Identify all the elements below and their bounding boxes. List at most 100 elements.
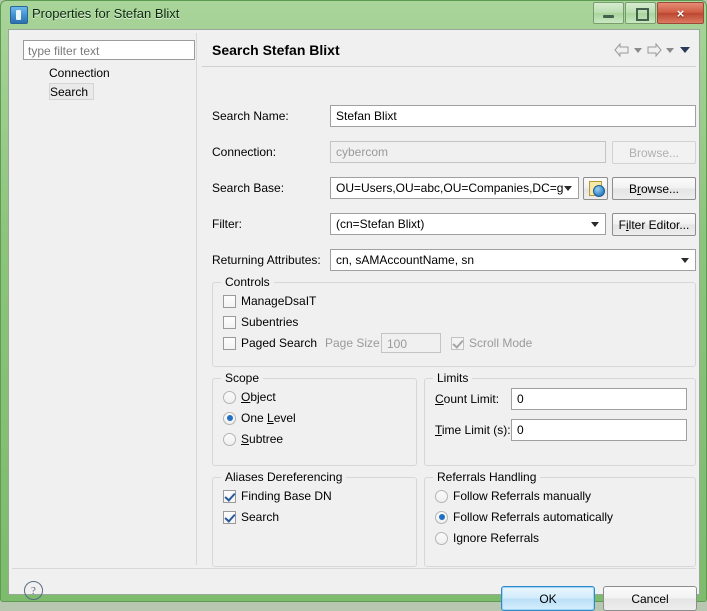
scope-one-level-label: One Level bbox=[241, 411, 296, 425]
referrals-ignore-radio-dot bbox=[435, 531, 448, 545]
connection-label: Connection: bbox=[212, 145, 277, 159]
referrals-automatic-label: Follow Referrals automatically bbox=[453, 510, 614, 524]
limits-group-title: Limits bbox=[433, 371, 473, 385]
referrals-handling-group: Referrals Handling Follow Referrals manu… bbox=[424, 470, 696, 567]
scope-subtree-radio-dot bbox=[223, 432, 236, 446]
finding-base-dn-checkbox-box bbox=[223, 489, 236, 503]
scope-radio-one-level[interactable]: One Level bbox=[223, 411, 296, 425]
filter-label: Filter: bbox=[212, 217, 242, 231]
scope-group: Scope Object One Level Subtree bbox=[212, 371, 417, 466]
restore-icon bbox=[636, 8, 649, 21]
back-history-chevron-down-icon[interactable] bbox=[634, 47, 642, 53]
maximize-button[interactable] bbox=[625, 2, 656, 24]
referrals-radio-manual[interactable]: Follow Referrals manually bbox=[435, 489, 591, 503]
scope-object-label: Object bbox=[241, 390, 276, 404]
search-base-value: OU=Users,OU=abc,OU=Companies,DC=ɡ bbox=[330, 177, 579, 199]
referrals-radio-ignore[interactable]: Ignore Referrals bbox=[435, 531, 539, 545]
referrals-group-title: Referrals Handling bbox=[433, 470, 541, 484]
search-name-label: Search Name: bbox=[212, 109, 289, 123]
back-arrow-icon[interactable] bbox=[614, 43, 630, 57]
cancel-button[interactable]: Cancel bbox=[603, 586, 697, 611]
row-connection: Connection: cybercom Browse... bbox=[202, 141, 696, 165]
managedsait-checkbox-box bbox=[223, 294, 236, 308]
title-bar[interactable]: Properties for Stefan Blixt × bbox=[1, 1, 707, 29]
filter-value: (cn=Stefan Blixt) bbox=[330, 213, 606, 235]
close-button[interactable]: × bbox=[657, 2, 704, 24]
search-base-browse-label: Browse... bbox=[628, 181, 680, 196]
search-base-picker-button[interactable] bbox=[583, 177, 608, 200]
scope-one-level-radio-dot bbox=[223, 411, 236, 425]
filter-editor-label: Filter Editor... bbox=[618, 217, 690, 232]
app-icon bbox=[10, 6, 28, 24]
aliases-search-checkbox[interactable]: Search bbox=[223, 510, 279, 524]
aliases-search-checkbox-box bbox=[223, 510, 236, 524]
scope-radio-subtree[interactable]: Subtree bbox=[223, 432, 283, 446]
scope-subtree-label: Subtree bbox=[241, 432, 284, 446]
title-separator bbox=[202, 66, 696, 67]
scroll-mode-checkbox: Scroll Mode bbox=[451, 336, 532, 350]
view-menu-triangle-icon[interactable] bbox=[680, 47, 690, 53]
search-base-label: Search Base: bbox=[212, 181, 285, 195]
sidebar-item-connection[interactable]: Connection bbox=[23, 64, 195, 83]
paged-search-label: Paged Search bbox=[241, 336, 318, 350]
search-base-combo[interactable]: OU=Users,OU=abc,OU=Companies,DC=ɡ bbox=[330, 177, 579, 199]
referrals-automatic-radio-dot bbox=[435, 510, 448, 524]
ok-button-label: OK bbox=[539, 591, 557, 606]
page-navigation bbox=[614, 43, 690, 57]
filter-chevron-down-icon bbox=[591, 222, 599, 227]
scroll-mode-label: Scroll Mode bbox=[469, 336, 533, 350]
scope-group-title: Scope bbox=[221, 371, 264, 385]
aliases-search-label: Search bbox=[241, 510, 280, 524]
connection-browse-label: Browse... bbox=[628, 145, 679, 160]
paged-search-checkbox-box bbox=[223, 336, 236, 350]
window-buttons: × bbox=[593, 2, 704, 24]
finding-base-dn-label: Finding Base DN bbox=[241, 489, 332, 503]
returning-attributes-combo[interactable]: cn, sAMAccountName, sn bbox=[330, 249, 696, 271]
search-settings-page: Search Stefan Blixt Search Name: Stefan … bbox=[202, 33, 696, 567]
finding-base-dn-checkbox[interactable]: Finding Base DN bbox=[223, 489, 332, 503]
page-size-label: Page Size: bbox=[325, 336, 384, 350]
close-icon: × bbox=[676, 5, 685, 21]
minimize-button[interactable] bbox=[593, 2, 624, 24]
subentries-checkbox-box bbox=[223, 315, 236, 329]
count-limit-label: Count Limit: bbox=[435, 392, 500, 406]
paged-search-checkbox[interactable]: Paged Search bbox=[223, 336, 317, 350]
returning-attributes-chevron-down-icon bbox=[681, 258, 689, 263]
aliases-group-title: Aliases Dereferencing bbox=[221, 470, 347, 484]
connection-browse-button: Browse... bbox=[612, 141, 696, 164]
time-limit-input[interactable]: 0 bbox=[511, 419, 687, 441]
managedsait-checkbox[interactable]: ManageDsaIT bbox=[223, 294, 316, 308]
cancel-button-label: Cancel bbox=[631, 591, 669, 606]
filter-combo[interactable]: (cn=Stefan Blixt) bbox=[330, 213, 606, 235]
filter-input[interactable]: type filter text bbox=[23, 40, 195, 60]
search-base-browse-button[interactable]: Browse... bbox=[612, 177, 696, 200]
scope-radio-object[interactable]: Object bbox=[223, 390, 276, 404]
search-name-input[interactable]: Stefan Blixt bbox=[330, 105, 696, 127]
filter-editor-button[interactable]: Filter Editor... bbox=[612, 213, 696, 236]
help-question-icon[interactable]: ? bbox=[24, 581, 43, 600]
scroll-mode-checkbox-box bbox=[451, 336, 464, 350]
time-limit-label: Time Limit (s): bbox=[435, 423, 511, 437]
window-title: Properties for Stefan Blixt bbox=[32, 6, 180, 21]
search-base-chevron-down-icon bbox=[564, 186, 572, 191]
subentries-checkbox[interactable]: Subentries bbox=[223, 315, 298, 329]
page-size-input: 100 bbox=[381, 333, 441, 353]
forward-history-chevron-down-icon[interactable] bbox=[666, 47, 674, 53]
row-search-base: Search Base: OU=Users,OU=abc,OU=Companie… bbox=[202, 177, 696, 201]
referrals-ignore-label: Ignore Referrals bbox=[453, 531, 540, 545]
ok-button[interactable]: OK bbox=[501, 586, 595, 611]
row-filter: Filter: (cn=Stefan Blixt) Filter Editor.… bbox=[202, 213, 696, 237]
sidebar-item-search[interactable]: Search bbox=[49, 83, 95, 100]
minimize-icon bbox=[603, 15, 614, 18]
forward-arrow-icon[interactable] bbox=[646, 43, 662, 57]
settings-nav-pane: type filter text Connection Search bbox=[12, 33, 196, 565]
settings-tree: Connection Search bbox=[23, 64, 195, 102]
limits-group: Limits Count Limit: 0 Time Limit (s): 0 bbox=[424, 371, 696, 466]
referrals-radio-automatic[interactable]: Follow Referrals automatically bbox=[435, 510, 613, 524]
controls-group: Controls ManageDsaIT Subentries Paged Se… bbox=[212, 275, 696, 367]
properties-dialog-window: Properties for Stefan Blixt × type filte… bbox=[0, 0, 707, 611]
count-limit-input[interactable]: 0 bbox=[511, 388, 687, 410]
scope-object-radio-dot bbox=[223, 390, 236, 404]
referrals-manual-label: Follow Referrals manually bbox=[453, 489, 592, 503]
page-title: Search Stefan Blixt bbox=[212, 42, 340, 58]
